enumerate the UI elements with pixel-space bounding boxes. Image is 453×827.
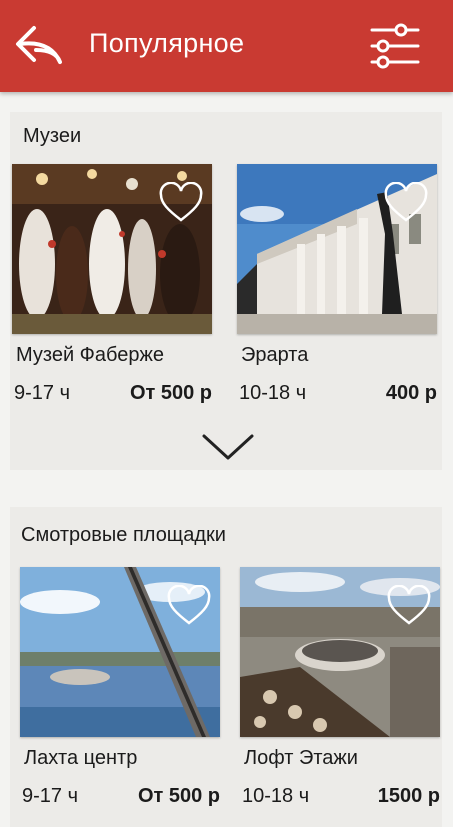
card-title: Лахта центр	[24, 747, 138, 769]
back-button[interactable]	[12, 22, 68, 70]
card-hours: 9-17 ч	[22, 785, 79, 807]
card-hours: 9-17 ч	[14, 382, 71, 404]
card-title: Музей Фаберже	[16, 344, 164, 366]
card-price: От 500 р	[137, 785, 220, 807]
card-photo	[240, 567, 440, 737]
page-title: Популярное	[89, 28, 245, 58]
card-photo	[12, 164, 212, 334]
card-price: От 500 р	[129, 382, 212, 404]
section-title: Смотровые площадки	[21, 524, 226, 546]
section-museums: Музеи Музей Фаберже 9-17 ч От 500 р Эрар…	[10, 112, 442, 470]
section-viewpoints: Смотровые площадки Лахта центр 9-17 ч От…	[10, 507, 442, 827]
card-photo	[20, 567, 220, 737]
card-hours: 10-18 ч	[239, 382, 307, 404]
app-header: Популярное	[0, 0, 453, 92]
card-price: 400 р	[385, 382, 437, 404]
card-title: Эрарта	[241, 344, 309, 366]
card-photo	[237, 164, 437, 334]
card-price: 1500 р	[377, 785, 440, 807]
card-hours: 10-18 ч	[242, 785, 310, 807]
heart-icon[interactable]	[166, 585, 212, 627]
card-title: Лофт Этажи	[244, 747, 358, 769]
chevron-down-icon[interactable]	[200, 430, 256, 462]
section-title: Музеи	[23, 125, 82, 147]
sliders-icon	[370, 23, 420, 69]
heart-icon[interactable]	[383, 182, 429, 224]
filter-button[interactable]	[368, 22, 422, 70]
heart-icon[interactable]	[386, 585, 432, 627]
back-arrow-icon	[16, 26, 62, 64]
heart-icon[interactable]	[158, 182, 204, 224]
